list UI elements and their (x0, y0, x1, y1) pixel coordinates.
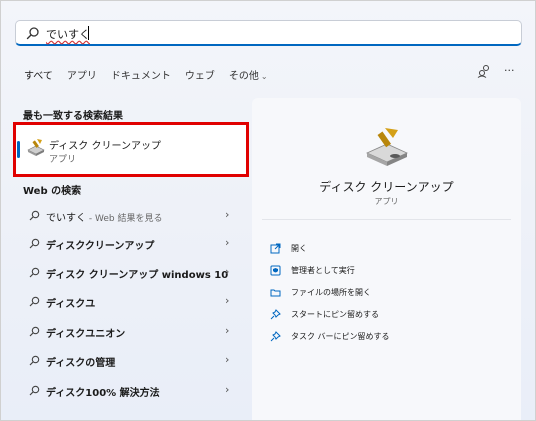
chevron-right-icon: › (225, 294, 230, 307)
web-result-label: ディスク100% 解決方法 (46, 388, 160, 399)
tab-documents[interactable]: ドキュメント (111, 67, 171, 82)
more-options-button[interactable]: ··· (504, 64, 515, 78)
search-icon (29, 385, 40, 396)
chevron-right-icon: › (225, 383, 230, 396)
chevron-right-icon: › (225, 353, 230, 366)
web-result-row[interactable]: ディスク100% 解決方法 › (15, 378, 245, 404)
text-caret (88, 26, 89, 40)
action-open-label: 開く (291, 244, 307, 253)
best-match-name: ディスク クリーンアップ (49, 141, 161, 152)
filter-tabs: すべて アプリ ドキュメント ウェブ その他 ⌄ (24, 67, 268, 82)
web-search-heading: Web の検索 (23, 186, 82, 197)
action-open-file-location[interactable]: ファイルの場所を開く (270, 284, 500, 302)
search-window: でいすく すべて アプリ ドキュメント ウェブ その他 ⌄ ··· 最も一致する検… (0, 0, 536, 421)
best-match-result[interactable]: ディスク クリーンアップ アプリ (13, 122, 249, 177)
tab-more[interactable]: その他 ⌄ (229, 67, 268, 82)
action-run-as-admin-label: 管理者として実行 (291, 266, 355, 275)
best-match-type: アプリ (49, 155, 77, 165)
search-icon (29, 238, 40, 249)
web-result-row[interactable]: ディスクユニオン › (15, 319, 245, 345)
search-icon (29, 326, 40, 337)
disk-cleanup-icon (366, 128, 408, 166)
tab-web[interactable]: ウェブ (185, 67, 215, 82)
action-pin-to-start[interactable]: スタートにピン留めする (270, 306, 500, 324)
app-type: アプリ (374, 197, 399, 206)
folder-icon (270, 289, 281, 297)
chevron-right-icon: › (225, 324, 230, 337)
open-icon (270, 243, 281, 254)
admin-shield-icon (270, 265, 281, 276)
selection-indicator (17, 141, 20, 158)
pin-icon (270, 331, 281, 342)
disk-cleanup-icon (27, 139, 45, 156)
web-result-row[interactable]: でいすく - Web 結果を見る › (15, 203, 245, 229)
app-details-panel: ディスク クリーンアップ アプリ 開く 管理者として実行 ファイルの場所を開く … (252, 98, 521, 420)
action-run-as-admin[interactable]: 管理者として実行 (270, 262, 500, 280)
web-result-row[interactable]: ディスクの管理 › (15, 348, 245, 374)
pin-icon (270, 309, 281, 320)
app-title: ディスク クリーンアップ (319, 180, 454, 194)
web-result-row[interactable]: ディスクユ › (15, 289, 245, 315)
action-pin-to-taskbar[interactable]: タスク バーにピン留めする (270, 328, 500, 346)
best-match-heading: 最も一致する検索結果 (23, 111, 123, 122)
web-result-label: ディスク クリーンアップ windows 10 (46, 270, 229, 281)
search-input[interactable]: でいすく (46, 26, 90, 42)
search-icon (26, 27, 39, 40)
web-result-label: ディスクユニオン (46, 329, 126, 340)
chevron-down-icon: ⌄ (260, 72, 268, 81)
search-box[interactable]: でいすく (15, 20, 522, 46)
web-result-label: ディスクユ (46, 299, 96, 310)
action-pin-to-start-label: スタートにピン留めする (291, 310, 379, 319)
tab-all[interactable]: すべて (24, 67, 53, 82)
action-open[interactable]: 開く (270, 240, 500, 258)
search-icon (29, 210, 40, 221)
action-pin-to-taskbar-label: タスク バーにピン留めする (291, 332, 390, 341)
chevron-right-icon: › (225, 236, 230, 249)
search-icon (29, 267, 40, 278)
web-result-label: ディスククリーンアップ (46, 241, 155, 252)
web-result-label: ディスクの管理 (46, 358, 116, 369)
web-result-row[interactable]: ディスククリーンアップ › (15, 231, 245, 257)
web-result-row[interactable]: ディスク クリーンアップ windows 10 › (15, 260, 245, 286)
action-open-file-location-label: ファイルの場所を開く (291, 288, 371, 297)
tab-apps[interactable]: アプリ (67, 67, 97, 82)
tab-more-label: その他 (228, 71, 259, 82)
chevron-right-icon: › (225, 208, 230, 221)
divider (262, 219, 511, 220)
account-switch-icon[interactable] (477, 64, 491, 78)
search-icon (29, 296, 40, 307)
web-result-query: でいすく (46, 213, 86, 224)
web-result-hint: - Web 結果を見る (86, 214, 163, 224)
search-icon (29, 355, 40, 366)
chevron-right-icon: › (225, 265, 230, 278)
